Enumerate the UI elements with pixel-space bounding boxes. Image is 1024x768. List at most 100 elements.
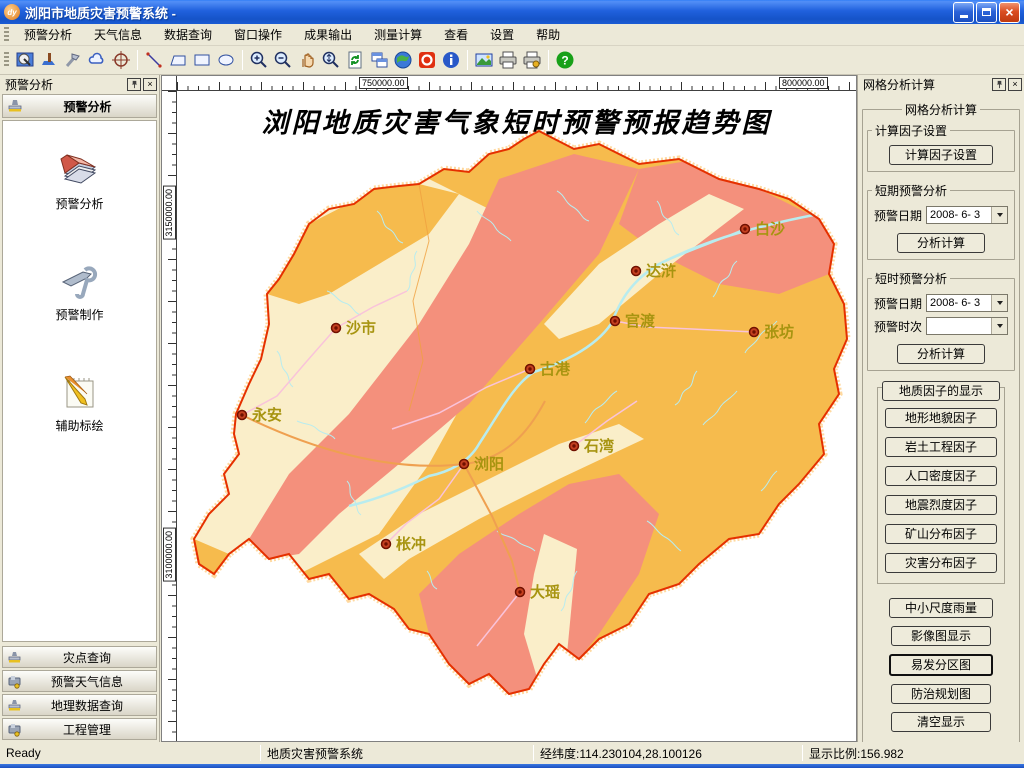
close-icon: ×: [1005, 5, 1013, 19]
clear-display-button[interactable]: 清空显示: [891, 712, 991, 732]
print-setup-icon: [522, 50, 542, 70]
menu-result-output[interactable]: 成果输出: [293, 24, 363, 45]
menu-data-query[interactable]: 数据查询: [153, 24, 223, 45]
pin-button[interactable]: [127, 78, 141, 91]
right-panel-close-button[interactable]: ×: [1008, 78, 1022, 91]
hammer-tool-icon: [63, 50, 83, 70]
status-scale: 显示比例:156.982: [803, 742, 1024, 764]
zoom-out-button[interactable]: [271, 48, 295, 72]
susceptibility-map-button[interactable]: 易发分区图: [889, 654, 993, 676]
zoom-extent-button[interactable]: [319, 48, 343, 72]
town-marker-dot: [572, 444, 575, 447]
short-term-date-combo[interactable]: 2008- 6- 3: [926, 206, 1008, 224]
ellipse-tool-button[interactable]: [214, 48, 238, 72]
bar-warning-weather-info[interactable]: 预警天气信息: [2, 670, 157, 692]
tool-auxiliary-plot[interactable]: 辅助标绘: [55, 371, 103, 434]
line-tool-button[interactable]: [142, 48, 166, 72]
info-button[interactable]: [439, 48, 463, 72]
ruler-corner: [162, 76, 177, 91]
stamp-icon: [7, 98, 23, 114]
toolbar-separator: [242, 50, 243, 70]
nowcast-time-label: 预警时次: [874, 318, 926, 335]
rainfall-button[interactable]: 中小尺度雨量: [889, 598, 993, 618]
stop-button[interactable]: [415, 48, 439, 72]
application-window: dy 浏阳市地质灾害预警系统 - × 预警分析 天气信息 数据查询 窗口操作 成…: [0, 0, 1024, 768]
restore-button[interactable]: [976, 2, 997, 23]
geotech-factor-button[interactable]: 岩土工程因子: [885, 437, 997, 457]
combo-dropdown-button[interactable]: [991, 207, 1007, 223]
nowcast-date-combo[interactable]: 2008- 6- 3: [926, 294, 1008, 312]
window-bottom-border: [0, 764, 1024, 768]
target-tool-button[interactable]: [109, 48, 133, 72]
pan-hand-icon: [297, 50, 317, 70]
close-button[interactable]: ×: [999, 2, 1020, 23]
short-term-analyze-button[interactable]: 分析计算: [897, 233, 985, 253]
menu-weather-info[interactable]: 天气信息: [83, 24, 153, 45]
factor-setting-legend: 计算因子设置: [872, 122, 950, 139]
menu-measure[interactable]: 测量计算: [363, 24, 433, 45]
right-panel: 网格分析计算 × 网格分析计算 计算因子设置 计算因子设置 短期预警分析 预警日…: [858, 75, 1024, 742]
tool-warning-production[interactable]: 预警制作: [55, 260, 103, 323]
terrain-factor-button[interactable]: 地形地貌因子: [885, 408, 997, 428]
geo-factor-display-button[interactable]: 地质因子的显示: [882, 381, 1000, 401]
print-button[interactable]: [496, 48, 520, 72]
map-canvas[interactable]: 浏阳地质灾害气象短时预警预报趋势图: [177, 91, 856, 741]
combo-dropdown-button[interactable]: [991, 295, 1007, 311]
tool-warning-analysis[interactable]: 预警分析: [55, 149, 103, 212]
refresh-button[interactable]: [343, 48, 367, 72]
book-icon: [57, 149, 101, 191]
left-panel-bottom-bars: 灾点查询 预警天气信息 地理数据查询 工程管理: [2, 644, 157, 740]
pin-button[interactable]: [992, 78, 1006, 91]
nowcast-time-combo[interactable]: [926, 317, 1008, 335]
menu-warning-analysis[interactable]: 预警分析: [13, 24, 83, 45]
mine-factor-button[interactable]: 矿山分布因子: [885, 524, 997, 544]
map-document: 750000.00 800000.00 3150000.00 3100000.0…: [161, 75, 857, 742]
rectangle-tool-button[interactable]: [190, 48, 214, 72]
cascade-windows-icon: [369, 50, 389, 70]
menu-window-ops[interactable]: 窗口操作: [223, 24, 293, 45]
prevention-plan-button[interactable]: 防治规划图: [891, 684, 991, 704]
hammer-tool-button[interactable]: [61, 48, 85, 72]
status-system: 地质灾害预警系统: [261, 742, 533, 764]
flag-tool-button[interactable]: [37, 48, 61, 72]
stop-icon: [417, 50, 437, 70]
help-button[interactable]: ?: [553, 48, 577, 72]
left-panel-section-bar[interactable]: 预警分析: [2, 94, 157, 118]
print-setup-button[interactable]: [520, 48, 544, 72]
minimize-button[interactable]: [953, 2, 974, 23]
cascade-windows-button[interactable]: [367, 48, 391, 72]
menu-settings[interactable]: 设置: [479, 24, 525, 45]
refresh-icon: [345, 50, 365, 70]
imagery-button[interactable]: 影像图显示: [891, 626, 991, 646]
town-marker-dot: [518, 590, 521, 593]
polygon-tool-button[interactable]: [166, 48, 190, 72]
ruler-left-label: 3100000.00: [163, 528, 176, 582]
bar-project-management[interactable]: 工程管理: [2, 718, 157, 740]
device-icon: [7, 674, 22, 689]
seismic-factor-button[interactable]: 地震烈度因子: [885, 495, 997, 515]
combo-dropdown-button[interactable]: [991, 318, 1007, 334]
bar-label: 灾点查询: [22, 649, 152, 666]
left-panel-tools: 预警分析 预警制作 辅助标绘: [2, 120, 157, 642]
population-factor-button[interactable]: 人口密度因子: [885, 466, 997, 486]
zoom-in-button[interactable]: [247, 48, 271, 72]
bar-disaster-point-query[interactable]: 灾点查询: [2, 646, 157, 668]
status-ready: Ready: [0, 742, 260, 764]
left-panel-header: 预警分析 ×: [0, 75, 159, 93]
menu-help[interactable]: 帮助: [525, 24, 571, 45]
image-view-button[interactable]: [472, 48, 496, 72]
select-tool-button[interactable]: [13, 48, 37, 72]
nowcast-analyze-button[interactable]: 分析计算: [897, 344, 985, 364]
stamp-icon: [7, 698, 22, 713]
flag-tool-icon: [39, 50, 59, 70]
minimize-icon: [960, 15, 968, 18]
pan-button[interactable]: [295, 48, 319, 72]
zoom-in-icon: [249, 50, 269, 70]
disaster-factor-button[interactable]: 灾害分布因子: [885, 553, 997, 573]
bar-geodata-query[interactable]: 地理数据查询: [2, 694, 157, 716]
globe-button[interactable]: [391, 48, 415, 72]
cloud-tool-button[interactable]: [85, 48, 109, 72]
menu-view[interactable]: 查看: [433, 24, 479, 45]
factor-setting-button[interactable]: 计算因子设置: [889, 145, 993, 165]
left-panel-close-button[interactable]: ×: [143, 78, 157, 91]
